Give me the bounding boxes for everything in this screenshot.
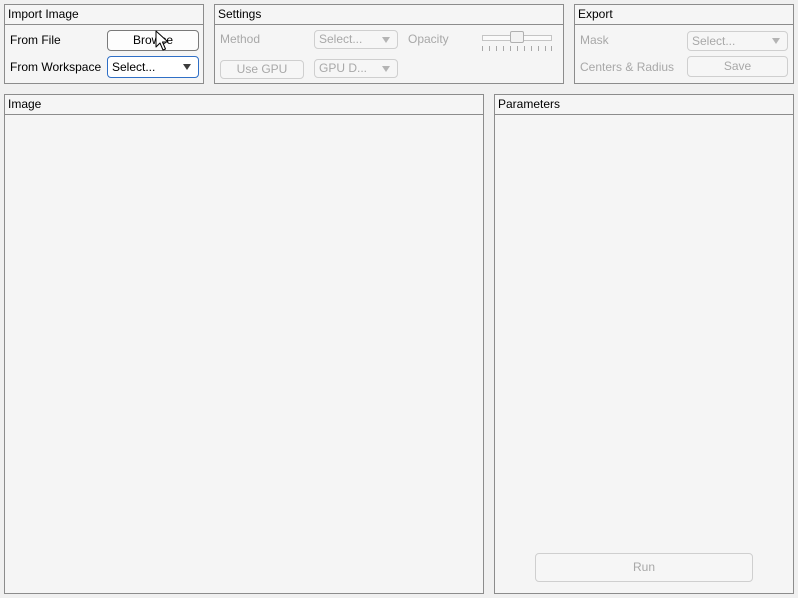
run-button[interactable]: Run: [535, 553, 753, 582]
gpu-device-dropdown[interactable]: GPU D...: [314, 59, 398, 78]
slider-tick: [503, 46, 504, 51]
save-button[interactable]: Save: [687, 56, 788, 77]
image-panel-title: Image: [5, 95, 483, 115]
import-image-title: Import Image: [5, 5, 203, 25]
slider-tick: [489, 46, 490, 51]
mask-dropdown-value: Select...: [692, 34, 736, 48]
triangle-down-icon: [382, 65, 390, 72]
image-display-area: [5, 115, 483, 593]
import-image-panel: Import Image From File Browse From Works…: [4, 4, 204, 84]
slider-tick: [531, 46, 532, 51]
opacity-slider-ticks: [481, 46, 553, 52]
slider-tick: [510, 46, 511, 51]
settings-panel: Settings Method Select... Opacity Use GP…: [214, 4, 564, 84]
image-panel: Image: [4, 94, 484, 594]
gpu-device-dropdown-value: GPU D...: [319, 61, 368, 75]
mask-label: Mask: [580, 33, 609, 47]
slider-tick: [538, 46, 539, 51]
from-file-label: From File: [10, 33, 61, 47]
from-workspace-label: From Workspace: [10, 60, 102, 74]
triangle-down-icon: [183, 64, 191, 70]
opacity-slider[interactable]: [481, 29, 553, 55]
slider-tick: [545, 46, 546, 51]
method-label: Method: [220, 32, 261, 46]
export-title: Export: [575, 5, 793, 25]
slider-tick: [524, 46, 525, 51]
opacity-slider-thumb[interactable]: [510, 31, 524, 43]
opacity-label: Opacity: [408, 32, 449, 46]
export-panel: Export Mask Select... Centers & Radius S…: [574, 4, 794, 84]
workspace-dropdown-value: Select...: [112, 60, 156, 74]
browse-button[interactable]: Browse: [107, 30, 199, 51]
slider-tick: [482, 46, 483, 51]
slider-tick: [517, 46, 518, 51]
workspace-dropdown[interactable]: Select...: [107, 56, 199, 78]
settings-title: Settings: [215, 5, 563, 25]
parameters-panel-title: Parameters: [495, 95, 793, 115]
slider-tick: [496, 46, 497, 51]
triangle-down-icon: [772, 38, 780, 44]
centers-radius-label: Centers & Radius: [580, 60, 675, 74]
parameters-panel: Parameters Run: [494, 94, 794, 594]
mask-dropdown[interactable]: Select...: [687, 31, 788, 51]
method-dropdown[interactable]: Select...: [314, 30, 398, 49]
slider-tick: [551, 46, 552, 51]
use-gpu-button[interactable]: Use GPU: [220, 60, 304, 79]
method-dropdown-value: Select...: [319, 32, 363, 46]
triangle-down-icon: [382, 36, 390, 43]
